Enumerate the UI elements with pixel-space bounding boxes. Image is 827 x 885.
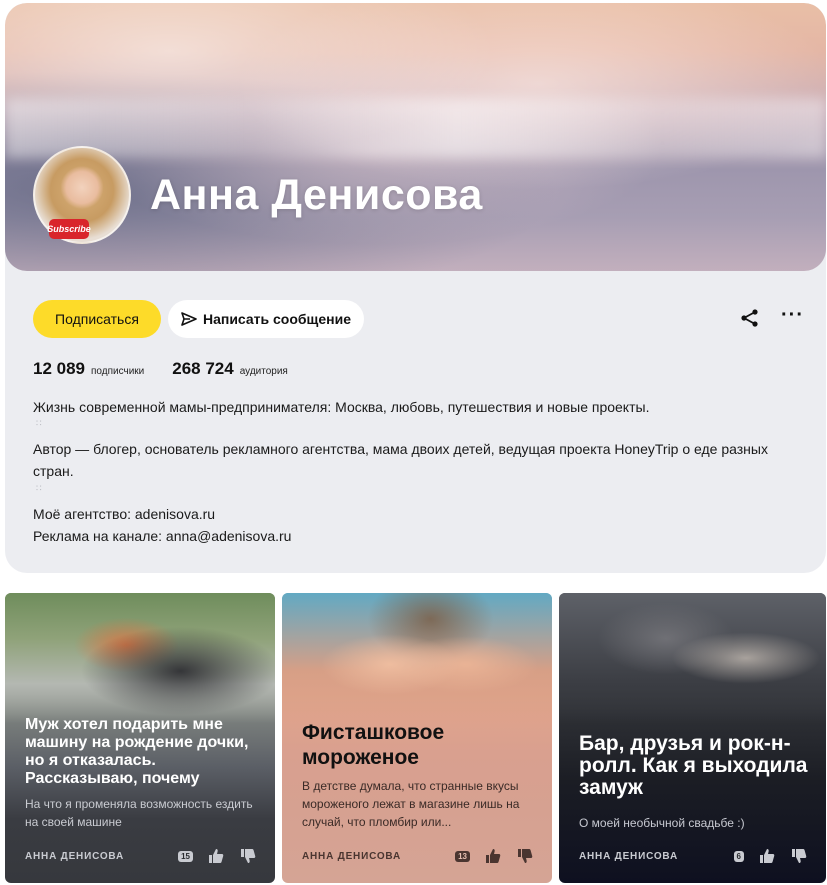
like-icon[interactable] — [484, 847, 502, 865]
audience-label: аудитория — [239, 366, 288, 377]
article-subtitle: О моей необычной свадьбе :) — [579, 816, 745, 830]
article-image — [282, 593, 552, 723]
article-image — [5, 593, 275, 723]
author-name: Анна Денисова — [150, 171, 483, 219]
comments-count[interactable]: 15 — [178, 850, 193, 862]
article-card[interactable]: Муж хотел подарить мне машину на рождени… — [5, 593, 275, 883]
subscribers-label: подписчики — [91, 366, 145, 377]
write-message-label: Написать сообщение — [202, 311, 352, 327]
article-subtitle: В детстве думала, что странные вкусы мор… — [302, 779, 520, 829]
drag-handle-icon: ∷ — [36, 418, 43, 428]
description-line: Автор — блогер, основатель рекламного аг… — [33, 441, 768, 479]
articles-grid: Муж хотел подарить мне машину на рождени… — [5, 593, 826, 883]
avatar-subscribe-badge: Subscribe — [47, 219, 91, 239]
article-author: АННА ДЕНИСОВА — [25, 850, 124, 862]
write-message-button[interactable]: Написать сообщение — [168, 300, 364, 338]
description-line: Жизнь современной мамы-предпринимателя: … — [33, 399, 650, 415]
article-image — [559, 593, 826, 723]
article-author: АННА ДЕНИСОВА — [302, 850, 401, 862]
article-card[interactable]: Фисташковое мороженое В детстве думала, … — [282, 593, 552, 883]
article-footer: АННА ДЕНИСОВА 15 — [25, 846, 257, 866]
article-subtitle: На что я променяла возможность ездить на… — [25, 797, 253, 829]
cover-image — [5, 3, 826, 271]
article-title: Муж хотел подарить мне машину на рождени… — [25, 716, 249, 787]
article-title: Фисташковое мороженое — [302, 721, 445, 769]
subscribe-button[interactable]: Подписаться — [33, 300, 161, 338]
comments-count[interactable]: 6 — [733, 850, 744, 862]
description-line: Реклама на канале: anna@adenisova.ru — [33, 528, 292, 544]
audience-count: 268 724 — [172, 359, 234, 378]
stats: 12 089 подписчики 268 724 аудитория — [33, 359, 288, 379]
more-options-icon[interactable]: ··· — [781, 305, 803, 329]
share-icon[interactable] — [739, 307, 761, 329]
like-icon[interactable] — [758, 847, 776, 865]
dislike-icon[interactable] — [516, 847, 534, 865]
send-icon — [181, 312, 197, 326]
dislike-icon[interactable] — [239, 847, 257, 865]
comments-count[interactable]: 13 — [455, 850, 470, 862]
like-icon[interactable] — [207, 847, 225, 865]
article-footer: АННА ДЕНИСОВА 13 — [302, 846, 534, 866]
article-footer: АННА ДЕНИСОВА 6 — [579, 846, 808, 866]
description-line: Моё агентство: adenisova.ru — [33, 506, 216, 522]
subscribers-count: 12 089 — [33, 359, 85, 378]
article-title: Бар, друзья и рок-н-ролл. Как я выходила… — [579, 732, 808, 799]
dislike-icon[interactable] — [790, 847, 808, 865]
profile-card: Subscribe Анна Денисова Подписаться Напи… — [5, 3, 826, 573]
article-author: АННА ДЕНИСОВА — [579, 850, 678, 862]
drag-handle-icon: ∷ — [36, 483, 43, 493]
article-card[interactable]: Бар, друзья и рок-н-ролл. Как я выходила… — [559, 593, 826, 883]
subscribe-button-label: Подписаться — [55, 311, 139, 327]
